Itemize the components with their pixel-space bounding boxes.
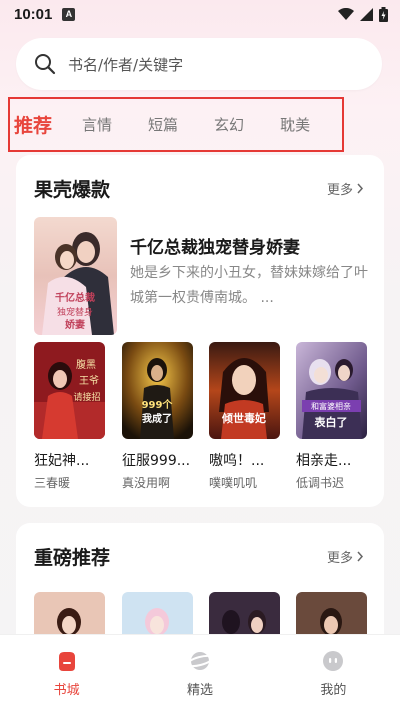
featured-book-title[interactable]: 千亿总裁独宠替身娇妻 xyxy=(130,233,300,258)
wifi-icon xyxy=(338,7,354,20)
svg-text:千亿总裁: 千亿总裁 xyxy=(55,291,95,304)
search-icon xyxy=(35,54,56,75)
book-cover[interactable]: 999个 我成了 xyxy=(122,342,193,439)
nav-label: 精选 xyxy=(186,683,213,698)
svg-text:倾世毒妃: 倾世毒妃 xyxy=(221,411,266,425)
svg-text:和富婆相亲: 和富婆相亲 xyxy=(311,401,351,411)
more-label: 更多 xyxy=(326,551,353,566)
book-title: 相亲走... xyxy=(296,453,352,469)
nav-label: 我的 xyxy=(320,683,347,698)
planet-icon xyxy=(186,652,213,670)
nav-profile[interactable]: 我的 xyxy=(267,635,400,710)
book-item[interactable]: 和富婆相亲 表白了 相亲走... 低调书迟 xyxy=(296,342,367,491)
profile-face-icon xyxy=(323,651,344,671)
more-link[interactable]: 更多 xyxy=(327,179,364,198)
book-author: 真没用啊 xyxy=(122,476,171,490)
featured-book-description: 她是乡下来的小丑女，替妹妹嫁给了叶城第一权贵傅南城。 ... xyxy=(130,265,368,306)
book-author: 噗噗叽叽 xyxy=(209,476,258,490)
status-bar: 10:01 A xyxy=(0,0,400,28)
svg-text:请接招: 请接招 xyxy=(73,391,100,403)
nav-label: 书城 xyxy=(53,683,80,698)
tab-fantasy[interactable]: 玄幻 xyxy=(214,114,244,135)
svg-text:独宠替身: 独宠替身 xyxy=(57,306,93,318)
book-item[interactable]: 倾世毒妃 嗷呜！... 噗噗叽叽 xyxy=(209,342,280,491)
search-bar[interactable]: 书名/作者/关键字 xyxy=(16,38,382,90)
section-title: 重磅推荐 xyxy=(34,547,111,569)
more-label: 更多 xyxy=(326,183,353,198)
notification-a-icon: A xyxy=(62,7,76,21)
book-item[interactable]: 999个 我成了 征服999... 真没用啊 xyxy=(122,342,193,491)
signal-icon xyxy=(360,7,373,21)
bottom-nav: 书城 精选 我的 xyxy=(0,634,400,710)
book-cover[interactable]: 和富婆相亲 表白了 xyxy=(296,342,367,439)
svg-text:娇妻: 娇妻 xyxy=(65,318,85,331)
category-tabs: 推荐 言情 短篇 玄幻 耽美 xyxy=(8,97,344,152)
chevron-right-icon xyxy=(357,551,364,562)
chevron-right-icon xyxy=(357,183,364,194)
hot-books-section: 果壳爆款 更多 千亿总裁 独宠替身 娇妻 千亿总裁独宠替身娇妻 她是乡下来的小丑… xyxy=(16,155,384,507)
book-title: 征服999... xyxy=(122,453,191,469)
book-cover[interactable]: 腹黑 王爷 请接招 xyxy=(34,342,105,439)
battery-icon xyxy=(379,6,388,22)
book-author: 三春暖 xyxy=(34,476,71,490)
tab-short[interactable]: 短篇 xyxy=(148,114,178,135)
svg-text:腹黑: 腹黑 xyxy=(76,358,96,371)
nav-featured[interactable]: 精选 xyxy=(133,635,266,710)
svg-text:我成了: 我成了 xyxy=(142,412,172,425)
status-icons xyxy=(338,6,388,22)
book-title: 狂妃神... xyxy=(34,453,90,469)
section-title: 果壳爆款 xyxy=(34,179,111,201)
status-time: 10:01 xyxy=(14,5,53,23)
tab-danmei[interactable]: 耽美 xyxy=(280,114,310,135)
nav-bookstore[interactable]: 书城 xyxy=(0,635,133,710)
more-link[interactable]: 更多 xyxy=(327,547,364,566)
bookstore-icon xyxy=(58,652,75,671)
svg-text:999个: 999个 xyxy=(142,398,174,411)
tab-romance[interactable]: 言情 xyxy=(82,114,112,135)
svg-text:表白了: 表白了 xyxy=(314,415,348,429)
search-input[interactable]: 书名/作者/关键字 xyxy=(68,54,183,75)
tab-recommend[interactable]: 推荐 xyxy=(14,111,52,138)
featured-book-cover[interactable]: 千亿总裁 独宠替身 娇妻 xyxy=(34,217,117,335)
svg-text:王爷: 王爷 xyxy=(79,374,99,387)
book-cover[interactable]: 倾世毒妃 xyxy=(209,342,280,439)
book-item[interactable]: 腹黑 王爷 请接招 狂妃神... 三春暖 xyxy=(34,342,105,491)
book-author: 低调书迟 xyxy=(296,476,345,490)
book-title: 嗷呜！... xyxy=(209,453,265,469)
